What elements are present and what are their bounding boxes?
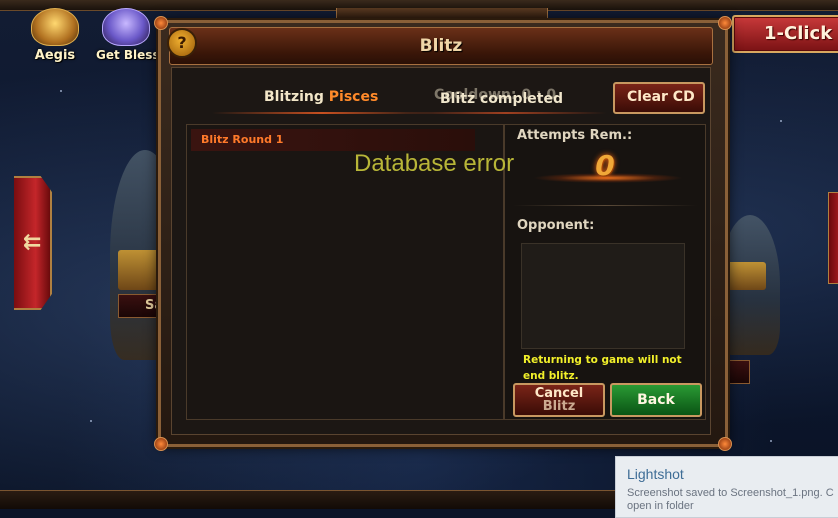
castle-gold-deco (726, 262, 766, 290)
corner-ornament (718, 437, 732, 451)
cancel-label-blitz: Blitz (542, 399, 576, 414)
castle-tab-left[interactable]: Sa (118, 294, 163, 318)
corner-ornament (718, 16, 732, 30)
help-icon: ? (177, 33, 187, 52)
header-glow (406, 112, 606, 114)
dialog-title-bar: Blitz (169, 27, 713, 65)
one-click-button[interactable]: 1-Click (732, 15, 838, 53)
toast-title: Lightshot (627, 466, 684, 482)
lightshot-notification[interactable]: Lightshot Screenshot saved to Screenshot… (615, 456, 838, 518)
clear-cd-label: Clear CD (627, 89, 695, 105)
one-click-label: 1-Click (764, 23, 833, 44)
next-zodiac-button[interactable] (828, 192, 838, 284)
dialog-title: Blitz (419, 36, 463, 56)
corner-ornament (154, 16, 168, 30)
blitzing-target: Pisces (328, 89, 379, 105)
return-notice: Returning to game will not end blitz. (523, 354, 682, 382)
aegis-label: Aegis (34, 48, 76, 63)
get-blessing-label: Get Blessi (96, 48, 158, 62)
cancel-label: Cancel (534, 386, 584, 401)
database-error-text: Database error (354, 150, 515, 177)
opponent-label: Opponent: (517, 218, 595, 233)
header-glow (212, 112, 432, 114)
toast-message: Screenshot saved to Screenshot_1.png. C … (627, 487, 834, 513)
divider (513, 205, 697, 206)
star (90, 420, 92, 422)
attempts-remaining-label: Attempts Rem.: (517, 128, 633, 143)
help-button[interactable]: ? (167, 28, 197, 58)
opponent-portrait (521, 243, 685, 349)
prev-zodiac-button[interactable]: ⇇ (14, 176, 52, 310)
toast-open-folder-link[interactable]: open in folder (627, 500, 834, 513)
blitz-dialog: Blitz Blitzing Pisces Cooldown: 0 : 0 Bl… (154, 16, 732, 451)
back-button[interactable]: Back (610, 383, 702, 417)
blitz-completed-status: Blitz completed (440, 91, 564, 107)
get-blessing-button[interactable]: Get Blessi (94, 8, 158, 66)
left-arrow-icon: ⇇ (23, 230, 42, 255)
blitz-info-panel: Attempts Rem.: 0 Opponent: Returning to … (504, 124, 706, 420)
blitzing-prefix: Blitzing (264, 89, 324, 105)
blessing-emblem-icon (102, 8, 150, 46)
dialog-body: Blitzing Pisces Cooldown: 0 : 0 Blitz co… (171, 67, 711, 435)
star (770, 440, 772, 442)
round-label: Blitz Round 1 (201, 133, 284, 146)
cancel-blitz-button[interactable]: Cancel Blitz (513, 383, 605, 417)
corner-ornament (154, 437, 168, 451)
list-item[interactable]: Blitz Round 1 (191, 129, 475, 151)
toast-message-line: Screenshot saved to Screenshot_1.png. C (627, 487, 834, 499)
blitzing-status: Blitzing Pisces (264, 89, 378, 105)
blitz-header: Blitzing Pisces Cooldown: 0 : 0 Blitz co… (172, 68, 710, 126)
attempts-remaining-value: 0 (595, 149, 615, 182)
aegis-button[interactable]: Aegis (20, 8, 90, 66)
star (780, 120, 782, 122)
clear-cd-button[interactable]: Clear CD (613, 82, 705, 114)
star (60, 90, 62, 92)
aegis-emblem-icon (31, 8, 79, 46)
